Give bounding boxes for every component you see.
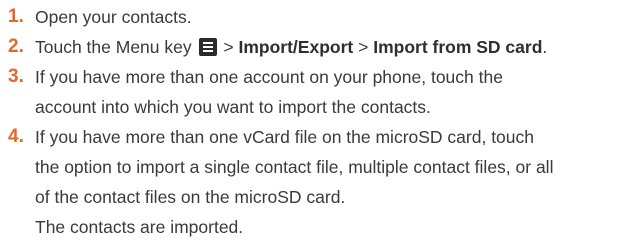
step-line: If you have more than one vCard file on … [35,127,535,147]
step-line: the option to import a single contact fi… [35,157,554,177]
step-number: 4. [8,126,24,147]
step-line: If you have more than one account on you… [35,67,503,87]
step-line: Touch the Menu key > Import/Export > Imp… [35,32,636,62]
separator: > [358,37,369,57]
step-text-prefix: Touch the Menu key [35,37,192,57]
step-number: 3. [8,66,24,87]
instruction-list: 1. Open your contacts. 2. Touch the Menu… [8,2,636,242]
separator: > [223,37,234,57]
import-export-label: Import/Export [238,37,354,57]
menu-key-icon [198,38,217,56]
step-3: 3. If you have more than one account on … [8,62,636,122]
step-line: of the contact files on the microSD card… [35,187,346,207]
step-4: 4. If you have more than one vCard file … [8,122,636,212]
step-text: If you have more than one account on you… [35,62,636,122]
step-line: account into which you want to import th… [35,97,431,117]
step-2: 2. Touch the Menu key > Import/Export > … [8,32,636,62]
step-text: If you have more than one vCard file on … [35,122,636,212]
step-text-suffix: . [542,37,548,57]
step-text: Open your contacts. [35,2,636,32]
step-text: Touch the Menu key > Import/Export > Imp… [35,32,636,62]
step-line: Open your contacts. [35,7,192,27]
import-from-sd-card-label: Import from SD card [373,37,543,57]
step-1: 1. Open your contacts. [8,2,636,32]
step-number: 2. [8,36,24,57]
step-number: 1. [8,6,24,27]
result-text: The contacts are imported. [35,217,244,237]
